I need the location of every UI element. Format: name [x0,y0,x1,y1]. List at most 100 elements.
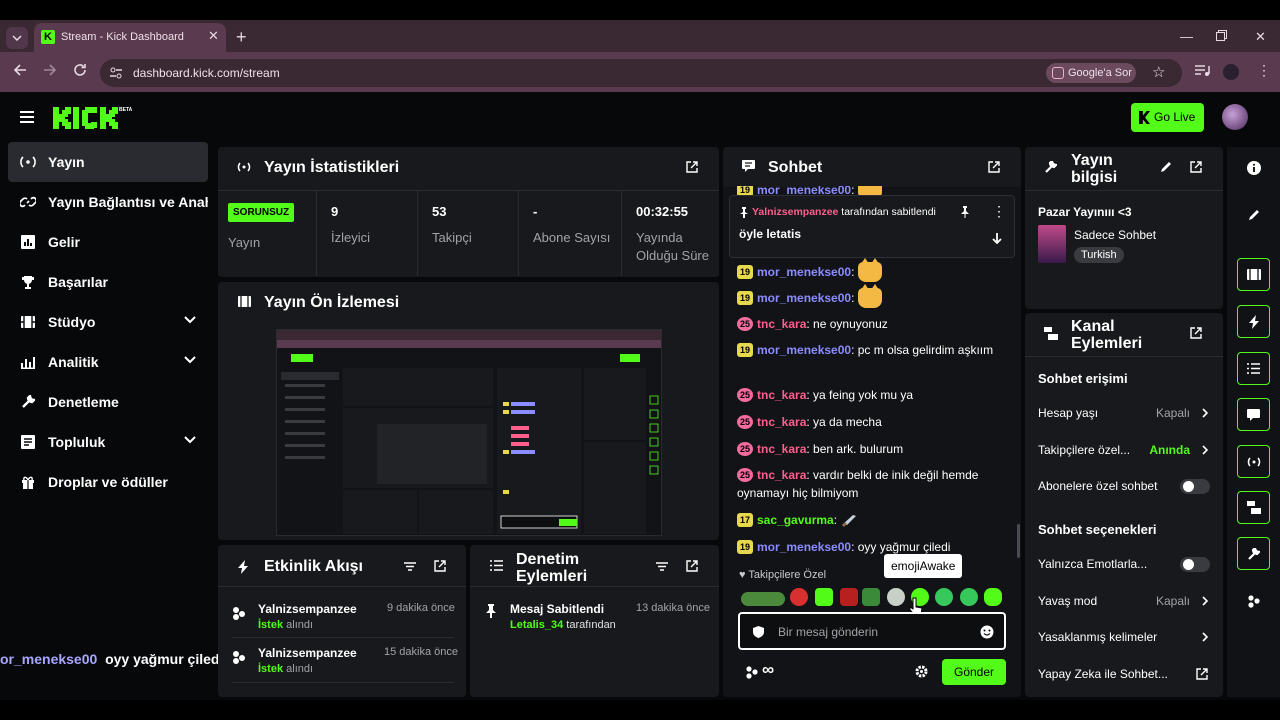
chat-text: ya feing yok mu ya [813,388,914,402]
go-live-label: Go Live [1154,110,1196,124]
followers-only-row[interactable]: Takipçilere özel... Anında [1038,440,1210,460]
chat-username[interactable]: tnc_kara [757,468,806,482]
account-age-row[interactable]: Hesap yaşı Kapalı [1038,403,1210,423]
sidebar-item-analytics[interactable]: Analitik [8,342,208,382]
chat-message: 19 mor_menekse00: [737,258,999,282]
rail-stream-info-button[interactable] [1237,537,1270,570]
ticker-user: or_menekse00 [0,651,98,667]
stream-stats-title: Yayın İstatistikleri [264,159,400,176]
moderation-time: 13 dakika önce [636,602,710,614]
popout-icon[interactable] [1190,327,1202,339]
chat-input[interactable]: Bir mesaj gönderin [738,612,1006,650]
profile-icon[interactable] [1223,64,1239,80]
send-button[interactable]: Gönder [942,659,1006,685]
forward-button[interactable] [43,63,57,77]
emote-angry-icon[interactable] [840,588,858,606]
emote-smile-icon[interactable] [960,588,978,606]
chat-username[interactable]: mor_menekse00 [757,291,851,305]
popout-icon[interactable] [686,161,698,173]
go-live-button[interactable]: Go Live [1131,103,1204,132]
slow-mode-row[interactable]: Yavaş mod Kapalı [1038,591,1210,611]
emoji-picker-icon[interactable] [980,625,994,639]
sidebar-item-stream-key[interactable]: Yayın Bağlantısı ve Anahtarı [8,182,208,222]
gear-icon[interactable] [915,665,928,678]
rail-stream-button[interactable] [1237,445,1270,478]
popout-icon[interactable] [686,560,698,572]
hamburger-menu-icon[interactable] [20,111,34,123]
rail-channel-actions-button[interactable] [1237,491,1270,524]
sidebar-item-moderation[interactable]: Denetleme [8,382,208,422]
sidebar-item-revenue[interactable]: Gelir [8,222,208,262]
expand-down-icon[interactable] [992,233,1002,245]
chat-username[interactable]: tnc_kara [757,442,806,456]
kick-logo[interactable]: BETA [53,105,137,131]
browser-menu-icon[interactable]: ⋮ [1257,62,1271,79]
edit-layout-button[interactable] [1237,198,1270,231]
tab-close-icon[interactable]: ✕ [208,28,219,44]
filter-icon[interactable] [656,562,668,571]
chat-username[interactable]: tnc_kara [757,317,806,331]
emote-pepe-lying-icon[interactable] [741,592,785,606]
media-control-icon[interactable] [1194,64,1210,78]
sidebar-item-achievements[interactable]: Başarılar [8,262,208,302]
browser-tab[interactable]: K Stream - Kick Dashboard ✕ [34,23,226,52]
rail-activity-button[interactable] [1237,305,1270,338]
chat-username[interactable]: tnc_kara [757,415,806,429]
edit-pencil-icon[interactable] [1160,161,1172,173]
rail-rewards-button[interactable] [1237,584,1270,617]
banned-words-row[interactable]: Yasaklanmış kelimeler [1038,627,1210,647]
subs-only-toggle[interactable] [1180,479,1210,494]
popout-icon[interactable] [988,161,1000,173]
emotes-only-toggle[interactable] [1180,557,1210,572]
bookmark-star-icon[interactable]: ☆ [1152,63,1165,81]
google-ask-button[interactable]: Google'a Sor [1046,63,1136,83]
row-label: Yavaş mod [1038,594,1098,608]
minimize-button[interactable]: — [1180,29,1193,44]
stream-category[interactable]: Sadece Sohbet [1074,228,1156,242]
address-bar[interactable]: dashboard.kick.com/stream Google'a Sor ☆ [100,59,1182,87]
emote-ghost-icon[interactable] [984,588,1002,606]
rail-chat-button[interactable] [1237,398,1270,431]
sidebar-item-studio[interactable]: Stüdyo [8,302,208,342]
chat-username[interactable]: mor_menekse00 [757,265,851,279]
back-button[interactable] [13,63,27,77]
channel-actions-icon [1044,327,1058,340]
channel-actions-title: Kanal Eylemleri [1071,318,1143,352]
more-options-icon[interactable]: ⋮ [992,203,1006,220]
stream-title: Pazar Yayınııı <3 [1038,205,1132,219]
emote-pepe-icon[interactable] [862,588,880,606]
chat-scrollbar[interactable] [1017,524,1020,558]
popout-icon[interactable] [434,560,446,572]
emote-green-icon[interactable] [815,588,833,606]
chat-text: ben ark. bulurum [813,442,904,456]
site-info-icon[interactable] [109,66,123,80]
rewards-icon[interactable] [745,665,759,679]
rail-moderation-button[interactable] [1237,352,1270,385]
filter-icon[interactable] [404,562,416,571]
tab-search-button[interactable] [6,27,28,49]
user-avatar[interactable] [1222,104,1248,130]
chat-username[interactable]: mor_menekse00 [757,540,851,554]
close-window-button[interactable]: ✕ [1255,29,1266,45]
restore-button[interactable] [1216,30,1227,41]
emote-face-icon[interactable] [790,588,808,606]
info-button[interactable] [1237,151,1270,184]
emote-skull-icon[interactable] [887,588,905,606]
chat-username[interactable]: tnc_kara [757,388,806,402]
emote-sleepy-icon[interactable] [935,588,953,606]
rail-preview-button[interactable] [1237,258,1270,291]
sidebar-item-community[interactable]: Topluluk [8,422,208,462]
new-tab-button[interactable]: + [236,27,247,47]
reload-button[interactable] [73,63,87,77]
stream-preview-video[interactable] [276,329,662,536]
popout-icon[interactable] [1190,161,1202,173]
sidebar-item-drops[interactable]: Droplar ve ödüller [8,462,208,502]
sidebar-item-label: Topluluk [48,434,106,450]
ai-moderation-row[interactable]: Yapay Zeka ile Sohbet... [1038,664,1210,684]
sidebar-item-stream[interactable]: Yayın [8,142,208,182]
chat-username[interactable]: sac_gavurma [757,513,834,527]
infinity-icon[interactable]: ∞ [762,660,774,680]
chat-username[interactable]: mor_menekse00 [757,343,851,357]
url-text: dashboard.kick.com/stream [133,66,280,80]
unpin-icon[interactable] [960,206,970,218]
